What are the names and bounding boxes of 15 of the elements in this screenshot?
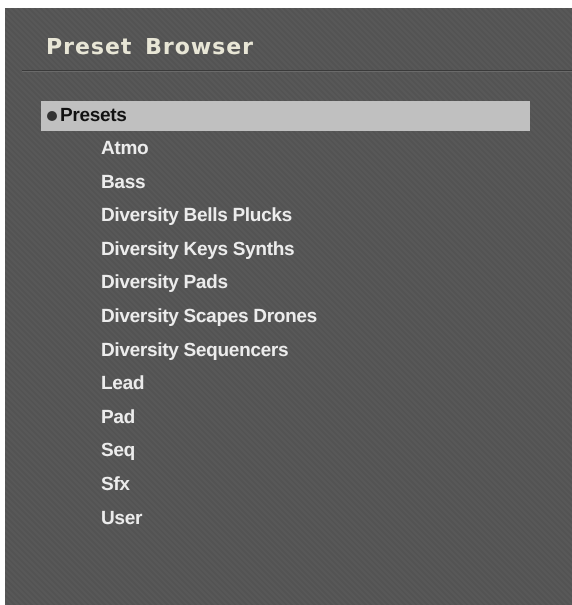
tree-item[interactable]: Diversity Sequencers (41, 336, 530, 366)
tree-item[interactable]: Presets (41, 101, 530, 131)
tree-item[interactable]: Diversity Pads (41, 268, 530, 298)
tree-item[interactable]: Seq (41, 436, 530, 466)
tree-item[interactable]: Sfx (41, 470, 530, 500)
tree-item[interactable]: Diversity Scapes Drones (41, 302, 530, 332)
tree-item[interactable]: Bass (41, 168, 530, 198)
bullet-icon (46, 110, 58, 122)
tree-item[interactable]: Diversity Keys Synths (41, 234, 530, 265)
window-title: Preset Browser (45, 34, 256, 62)
tree-item[interactable]: Diversity Bells Plucks (41, 201, 530, 232)
tree-item[interactable]: Atmo (41, 134, 530, 164)
tree-item[interactable]: User (41, 504, 530, 534)
tree-item[interactable]: Lead (41, 369, 530, 400)
tree-item[interactable]: Pad (41, 402, 530, 433)
